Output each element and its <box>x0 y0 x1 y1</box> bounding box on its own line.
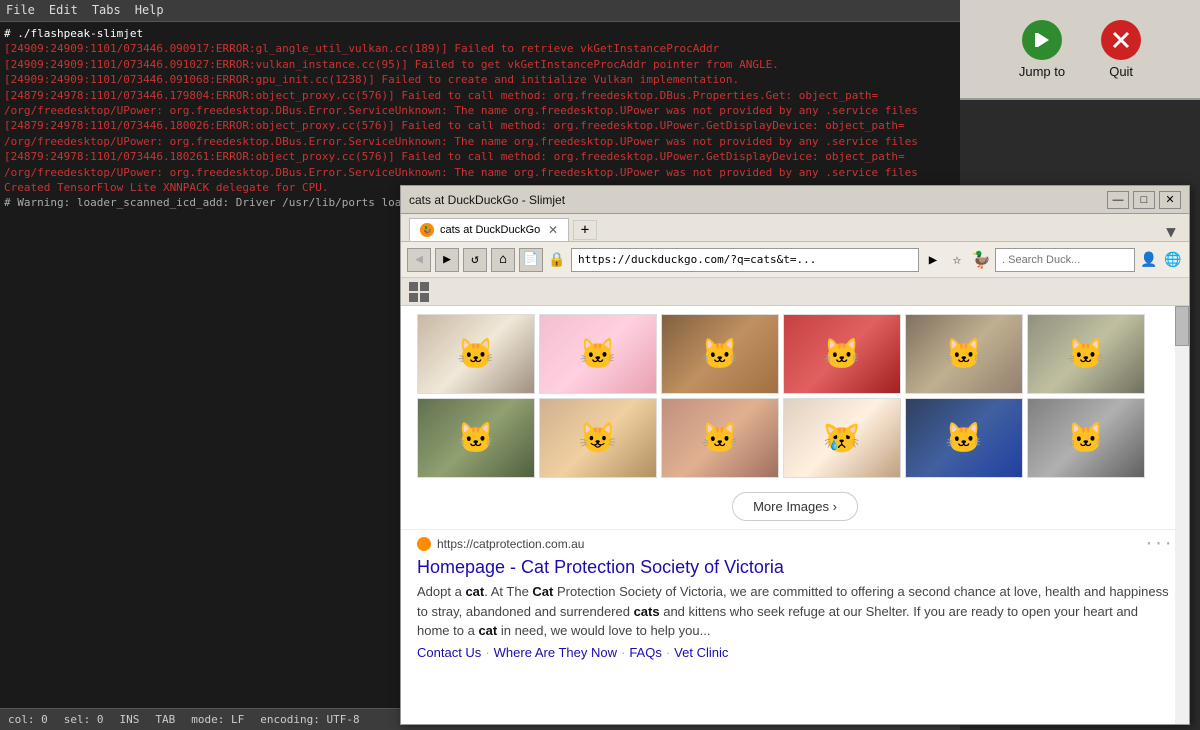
cat-image-10[interactable]: 😿 <box>783 398 901 478</box>
terminal-line: [24879:24978:1101/073446.179804:ERROR:ob… <box>4 88 956 119</box>
result-title[interactable]: Homepage - Cat Protection Society of Vic… <box>417 557 1173 578</box>
result-link-vet[interactable]: Vet Clinic <box>674 645 728 660</box>
search-input[interactable] <box>995 248 1135 272</box>
result-link-contact[interactable]: Contact Us <box>417 645 481 660</box>
search-result-1: https://catprotection.com.au ··· Homepag… <box>401 529 1189 668</box>
status-tab: TAB <box>155 712 175 727</box>
result-source: https://catprotection.com.au ··· <box>417 534 1173 553</box>
cat-image-7[interactable]: 🐱 <box>417 398 535 478</box>
bookmark-icon[interactable]: ☆ <box>947 250 967 270</box>
more-images-button[interactable]: More Images › <box>732 492 858 521</box>
menu-file[interactable]: File <box>6 2 35 19</box>
cat-image-8[interactable]: 😺 <box>539 398 657 478</box>
home-button[interactable]: ⌂ <box>491 248 515 272</box>
browser-tab-active[interactable]: 🦆 cats at DuckDuckGo ✕ <box>409 218 569 241</box>
cat-image-grid: 🐱 🐱 🐱 🐱 🐱 🐱 🐱 😺 🐱 😿 🐱 🐱 <box>401 306 1189 486</box>
url-bar[interactable] <box>571 248 919 272</box>
tab-label: cats at DuckDuckGo <box>440 224 540 236</box>
status-col: col: 0 <box>8 712 48 727</box>
globe-icon: 🌐 <box>1163 250 1183 270</box>
page-button[interactable]: 📄 <box>519 248 543 272</box>
minimize-button[interactable]: — <box>1107 191 1129 209</box>
window-controls: — □ ✕ <box>1107 191 1181 209</box>
cat-image-12[interactable]: 🐱 <box>1027 398 1145 478</box>
status-mode: mode: LF <box>191 712 244 727</box>
result-snippet: Adopt a cat. At The Cat Protection Socie… <box>417 582 1173 641</box>
cat-image-11[interactable]: 🐱 <box>905 398 1023 478</box>
browser-navbar: ◀ ▶ ↺ ⌂ 📄 🔒 ▶ ☆ 🦆 👤 🌐 <box>401 242 1189 278</box>
menu-edit[interactable]: Edit <box>49 2 78 19</box>
cat-image-5[interactable]: 🐱 <box>905 314 1023 394</box>
jump-to-button[interactable]: Jump to <box>1011 12 1073 87</box>
browser-titlebar: cats at DuckDuckGo - Slimjet — □ ✕ <box>401 186 1189 214</box>
result-favicon-icon <box>417 537 431 551</box>
browser-toolbar2 <box>401 278 1189 306</box>
cat-image-3[interactable]: 🐱 <box>661 314 779 394</box>
jump-to-icon <box>1022 20 1062 60</box>
cat-image-4[interactable]: 🐱 <box>783 314 901 394</box>
browser-tabbar: 🦆 cats at DuckDuckGo ✕ + ▼ <box>401 214 1189 242</box>
menu-tabs[interactable]: Tabs <box>92 2 121 19</box>
image-row-1: 🐱 🐱 🐱 🐱 🐱 🐱 <box>417 314 1173 394</box>
browser-favicon: 🦆 <box>971 250 991 270</box>
result-url: https://catprotection.com.au <box>437 537 584 551</box>
terminal-line: # ./flashpeak-slimjet <box>4 26 956 41</box>
browser-title: cats at DuckDuckGo - Slimjet <box>409 193 565 207</box>
secure-icon: 🔒 <box>547 250 567 270</box>
quit-label: Quit <box>1109 64 1133 79</box>
status-ins: INS <box>120 712 140 727</box>
result-link-where[interactable]: Where Are They Now <box>494 645 617 660</box>
result-menu-button[interactable]: ··· <box>1144 534 1173 553</box>
terminal-menubar: File Edit Tabs Help <box>0 0 960 22</box>
browser-scroll-thumb[interactable] <box>1175 306 1189 346</box>
reload-button[interactable]: ↺ <box>463 248 487 272</box>
right-toolbar: Jump to Quit <box>960 0 1200 100</box>
status-sel: sel: 0 <box>64 712 104 727</box>
menu-help[interactable]: Help <box>135 2 164 19</box>
rss-icon: ▶ <box>923 250 943 270</box>
forward-button[interactable]: ▶ <box>435 248 459 272</box>
image-row-2: 🐱 😺 🐱 😿 🐱 🐱 <box>417 398 1173 478</box>
terminal-line: [24879:24978:1101/073446.180026:ERROR:ob… <box>4 118 956 149</box>
tab-favicon-icon: 🦆 <box>420 223 434 237</box>
quit-button[interactable]: Quit <box>1093 12 1149 87</box>
cat-image-6[interactable]: 🐱 <box>1027 314 1145 394</box>
browser-content: 🐱 🐱 🐱 🐱 🐱 🐱 🐱 😺 🐱 😿 🐱 🐱 More Images › <box>401 306 1189 724</box>
tab-close-button[interactable]: ✕ <box>548 223 558 237</box>
maximize-button[interactable]: □ <box>1133 191 1155 209</box>
user-icon[interactable]: 👤 <box>1139 250 1159 270</box>
close-button[interactable]: ✕ <box>1159 191 1181 209</box>
browser-scrollbar[interactable] <box>1175 306 1189 724</box>
result-links: Contact Us · Where Are They Now · FAQs ·… <box>417 645 1173 660</box>
cat-image-2[interactable]: 🐱 <box>539 314 657 394</box>
new-tab-button[interactable]: + <box>573 220 597 240</box>
more-images-container: More Images › <box>401 486 1189 529</box>
quit-icon <box>1101 20 1141 60</box>
cat-image-1[interactable]: 🐱 <box>417 314 535 394</box>
cat-image-9[interactable]: 🐱 <box>661 398 779 478</box>
apps-grid-icon[interactable] <box>409 282 429 302</box>
terminal-line: [24879:24978:1101/073446.180261:ERROR:ob… <box>4 149 956 180</box>
terminal-line: [24909:24909:1101/073446.090917:ERROR:gl… <box>4 41 956 56</box>
status-encoding: encoding: UTF-8 <box>260 712 359 727</box>
tab-dropdown-button[interactable]: ▼ <box>1161 221 1181 241</box>
back-button[interactable]: ◀ <box>407 248 431 272</box>
terminal-line: [24909:24909:1101/073446.091027:ERROR:vu… <box>4 57 956 72</box>
browser-window: cats at DuckDuckGo - Slimjet — □ ✕ 🦆 cat… <box>400 185 1190 725</box>
jump-to-label: Jump to <box>1019 64 1065 79</box>
terminal-line: [24909:24909:1101/073446.091068:ERROR:gp… <box>4 72 956 87</box>
result-link-faqs[interactable]: FAQs <box>629 645 662 660</box>
